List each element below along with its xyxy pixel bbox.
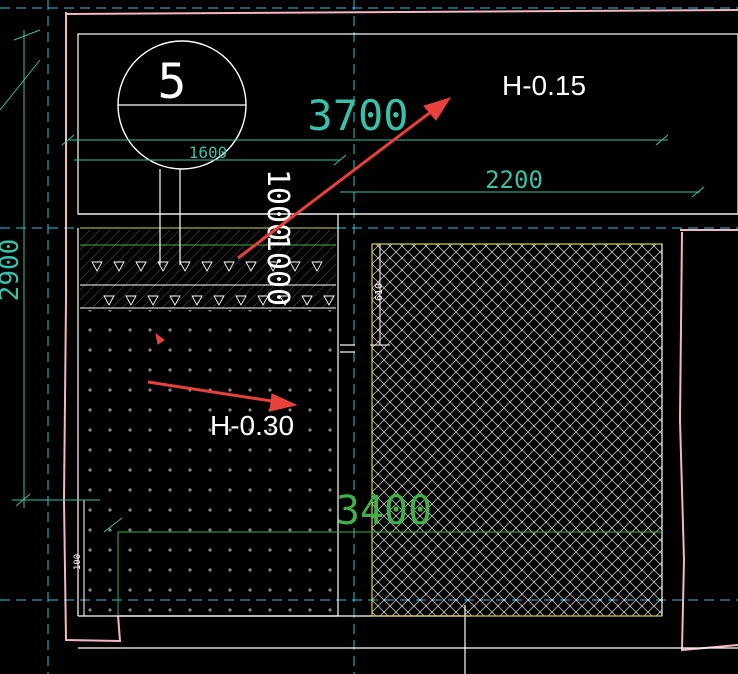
dim-vertical-mid-lower: 1000: [260, 234, 295, 306]
dim-top-span: 3700: [307, 91, 408, 140]
dim-small-100: 100: [73, 554, 83, 570]
dim-sub-span-right: 2200: [485, 166, 543, 194]
grid-bubble-label: 5: [158, 54, 187, 110]
dim-bottom-span: 3400: [336, 488, 432, 534]
dim-sub-span-left: 1600: [189, 143, 228, 162]
cad-drawing-canvas: 5 3700 1600 2200 2900 1000 1000 3400 610…: [0, 0, 738, 674]
annotation-lower: H-0.30: [210, 410, 294, 441]
dim-vertical-left: 2900: [0, 239, 25, 302]
crosshatch-region: [371, 243, 663, 617]
gravel-strip: [80, 230, 336, 309]
dim-vertical-mid: 1000: [260, 169, 295, 241]
dim-small-610: 610: [374, 283, 385, 301]
annotation-upper: H-0.15: [502, 70, 586, 101]
